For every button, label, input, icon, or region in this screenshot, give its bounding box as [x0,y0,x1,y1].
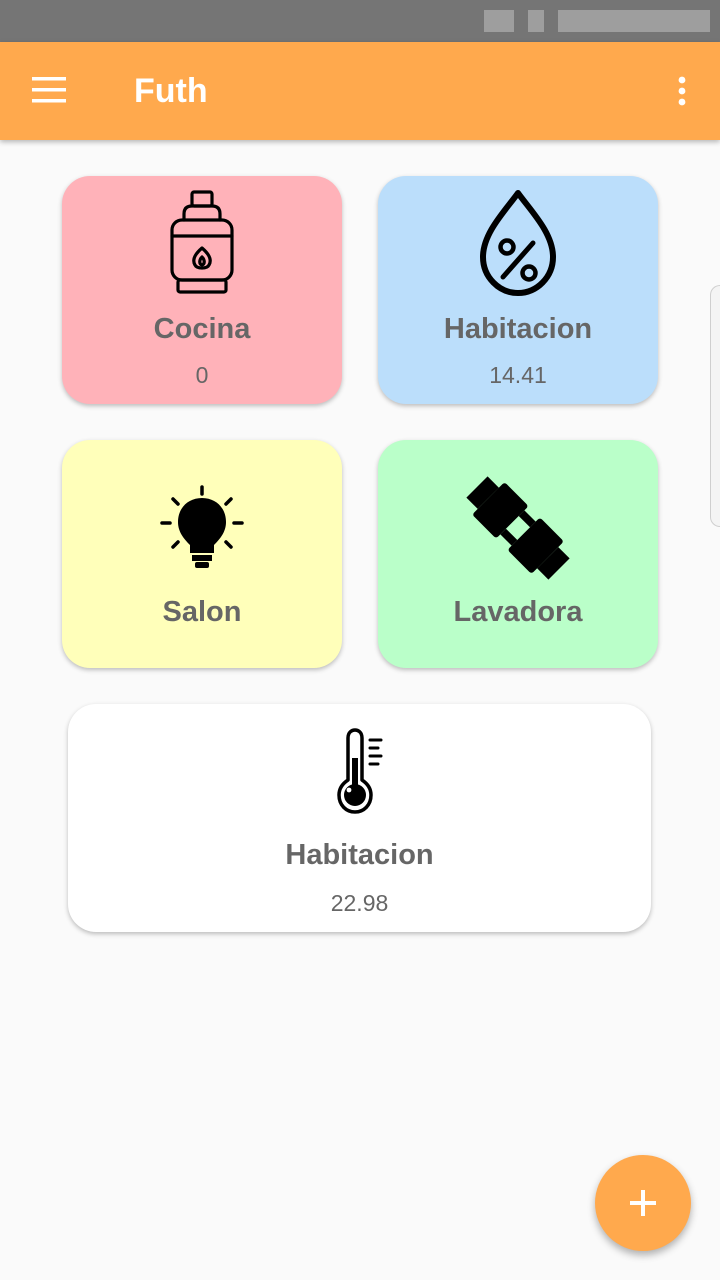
card-title: Salon [162,596,242,628]
card-title: Habitacion [443,313,593,345]
sensor-card-salon[interactable]: Salon [62,440,342,668]
app-title: Futh [134,72,208,110]
card-value: 22.98 [330,890,389,916]
card-title: Cocina [153,313,251,345]
status-icons [528,10,544,32]
humidity-drop-icon [480,190,556,296]
sensor-card-lavadora[interactable]: Lavadora [378,440,658,668]
status-icons [484,10,514,32]
edge-panel-handle[interactable] [710,285,720,527]
hamburger-menu-icon[interactable] [20,61,78,119]
thermometer-icon [336,728,382,814]
add-button[interactable] [595,1155,691,1251]
sensor-card-habitacion-humidity[interactable]: Habitacion 14.41 [378,176,658,404]
more-vert-icon[interactable] [660,66,704,116]
card-value: 0 [195,362,209,388]
card-value: 14.41 [489,362,547,388]
card-title: Habitacion [285,839,434,871]
status-bar [0,0,720,42]
plug-icon [466,476,570,580]
gas-cylinder-icon [170,190,234,294]
add-icon [630,1190,656,1216]
light-bulb-icon [160,485,244,568]
app-bar: Futh [0,42,720,140]
sensor-card-habitacion-temperature[interactable]: Habitacion 22.98 [68,704,651,932]
sensor-card-cocina[interactable]: Cocina 0 [62,176,342,404]
status-clock [558,10,710,32]
card-title: Lavadora [453,596,583,628]
